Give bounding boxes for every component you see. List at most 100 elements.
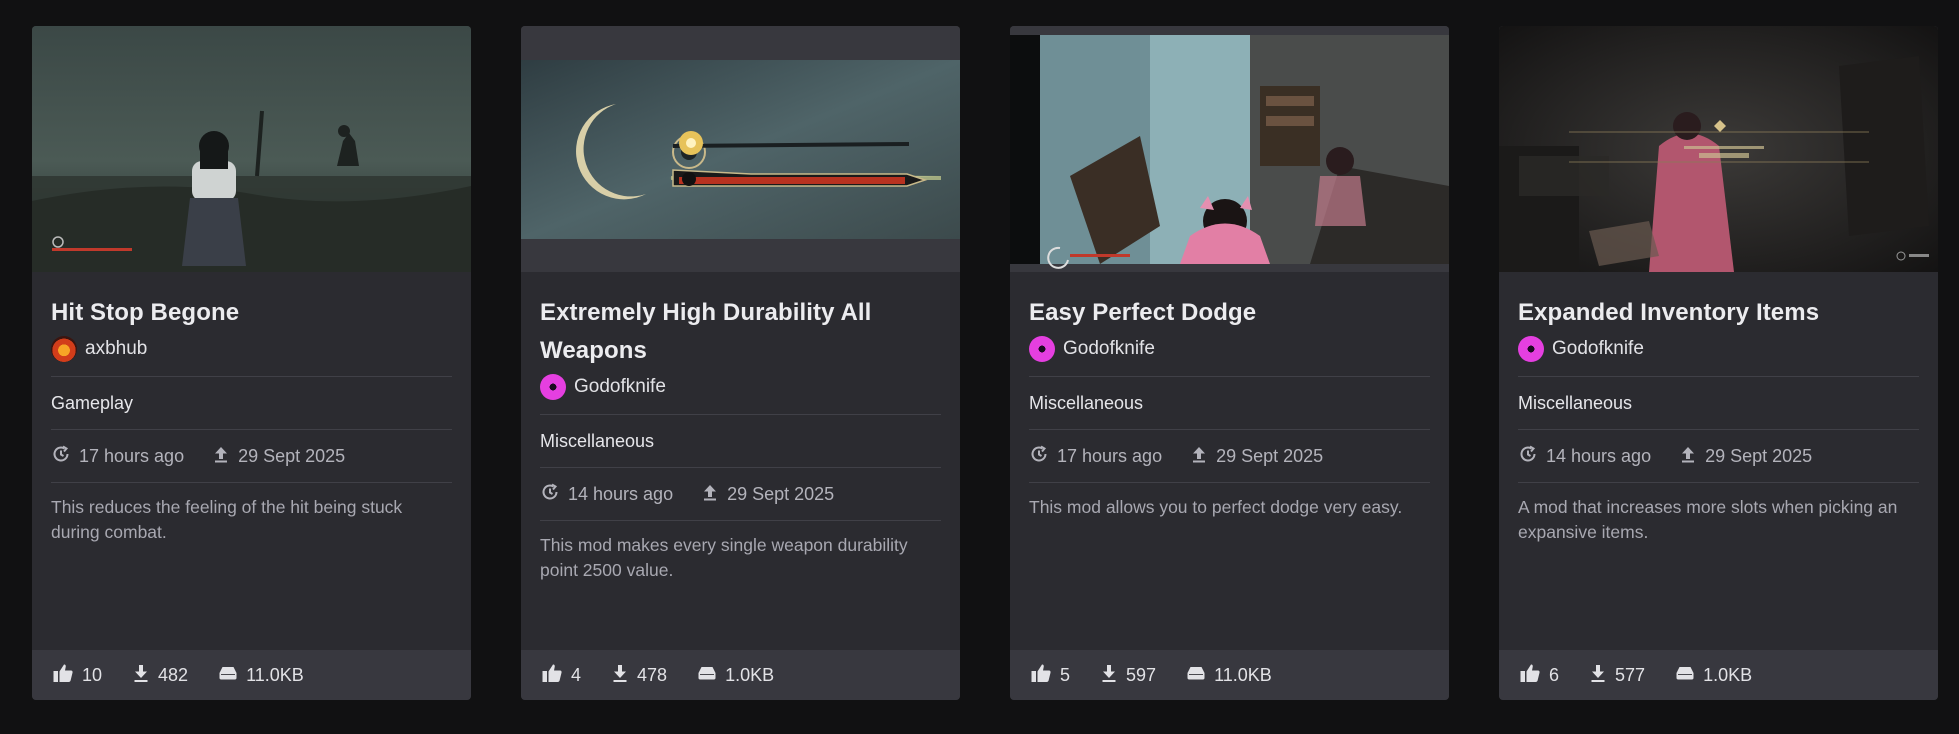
file-size: 1.0KB <box>725 664 775 685</box>
mod-category[interactable]: Miscellaneous <box>1518 377 1919 429</box>
upload-date: 29 Sept 2025 <box>1705 445 1813 466</box>
mod-dates: 14 hours ago 29 Sept 2025 <box>1518 430 1919 482</box>
thumbs-up-icon <box>1519 662 1541 689</box>
mod-thumbnail-image <box>32 26 471 272</box>
author-name[interactable]: axbhub <box>85 338 147 360</box>
downloads-count: 577 <box>1615 664 1646 685</box>
updated-time: 17 hours ago <box>1057 445 1163 466</box>
downloads-count: 597 <box>1126 664 1157 685</box>
downloads-stat[interactable]: 577 <box>1589 663 1645 688</box>
file-size-stat: 11.0KB <box>1186 665 1272 686</box>
file-size: 1.0KB <box>1703 664 1753 685</box>
mod-title[interactable]: Hit Stop Begone <box>51 294 452 332</box>
mod-card-body: Extremely High Durability All Weapons Go… <box>540 272 941 583</box>
mod-thumbnail[interactable] <box>521 26 960 272</box>
author-name[interactable]: Godofknife <box>1063 338 1155 360</box>
mod-author[interactable]: axbhub <box>51 334 452 364</box>
mod-title[interactable]: Extremely High Durability All Weapons <box>540 294 941 370</box>
hard-drive-icon <box>697 665 717 686</box>
mod-stats: 4 478 1.0KB <box>521 650 960 700</box>
mod-category[interactable]: Gameplay <box>51 377 452 429</box>
mod-card[interactable]: Hit Stop Begone axbhub Gameplay 17 hours… <box>32 26 471 700</box>
author-name[interactable]: Godofknife <box>574 376 666 398</box>
divider <box>1518 482 1919 483</box>
upload-icon <box>212 444 230 469</box>
mod-card[interactable]: Easy Perfect Dodge Godofknife Miscellane… <box>1010 26 1449 700</box>
mod-author[interactable]: Godofknife <box>1518 334 1919 364</box>
mod-thumbnail-image <box>1499 26 1938 272</box>
clock-refresh-icon <box>1518 444 1538 469</box>
file-size-stat: 1.0KB <box>697 665 774 686</box>
thumbs-up-icon <box>1030 662 1052 689</box>
endorsements-stat[interactable]: 10 <box>52 662 102 689</box>
upload-icon <box>1190 444 1208 469</box>
mod-description: This reduces the feeling of the hit bein… <box>51 497 403 542</box>
file-size: 11.0KB <box>1214 664 1272 685</box>
downloads-count: 482 <box>158 664 189 685</box>
clock-refresh-icon <box>1029 444 1049 469</box>
endorsements-count: 4 <box>571 664 582 685</box>
mod-card-body: Expanded Inventory Items Godofknife Misc… <box>1518 272 1919 545</box>
mod-dates: 17 hours ago 29 Sept 2025 <box>1029 430 1430 482</box>
upload-date: 29 Sept 2025 <box>727 483 835 504</box>
upload-icon <box>701 482 719 507</box>
file-size: 11.0KB <box>246 664 304 685</box>
thumbs-up-icon <box>52 662 74 689</box>
mod-thumbnail[interactable] <box>32 26 471 272</box>
file-size-stat: 1.0KB <box>1675 665 1752 686</box>
divider <box>540 520 941 521</box>
author-avatar <box>540 374 566 400</box>
clock-refresh-icon <box>51 444 71 469</box>
author-name[interactable]: Godofknife <box>1552 338 1644 360</box>
divider <box>1029 482 1430 483</box>
hard-drive-icon <box>218 665 238 686</box>
mod-thumbnail-image <box>1010 26 1449 272</box>
author-avatar <box>1518 336 1544 362</box>
updated-time: 14 hours ago <box>1546 445 1652 466</box>
mod-card-body: Hit Stop Begone axbhub Gameplay 17 hours… <box>51 272 452 545</box>
downloads-stat[interactable]: 482 <box>132 663 188 688</box>
mod-dates: 17 hours ago 29 Sept 2025 <box>51 430 452 482</box>
endorsements-stat[interactable]: 5 <box>1030 662 1070 689</box>
divider <box>51 482 452 483</box>
download-icon <box>1589 663 1607 688</box>
mod-card-grid: Hit Stop Begone axbhub Gameplay 17 hours… <box>0 0 1959 734</box>
endorsements-count: 10 <box>82 664 103 685</box>
download-icon <box>132 663 150 688</box>
author-avatar <box>51 336 77 362</box>
endorsements-count: 5 <box>1060 664 1071 685</box>
mod-card[interactable]: Extremely High Durability All Weapons Go… <box>521 26 960 700</box>
endorsements-stat[interactable]: 6 <box>1519 662 1559 689</box>
mod-author[interactable]: Godofknife <box>540 372 941 402</box>
mod-author[interactable]: Godofknife <box>1029 334 1430 364</box>
mod-title[interactable]: Easy Perfect Dodge <box>1029 294 1430 332</box>
upload-date: 29 Sept 2025 <box>238 445 346 466</box>
download-icon <box>611 663 629 688</box>
mod-dates: 14 hours ago 29 Sept 2025 <box>540 468 941 520</box>
mod-stats: 5 597 11.0KB <box>1010 650 1449 700</box>
clock-refresh-icon <box>540 482 560 507</box>
author-avatar <box>1029 336 1055 362</box>
mod-thumbnail[interactable] <box>1499 26 1938 272</box>
mod-card[interactable]: Expanded Inventory Items Godofknife Misc… <box>1499 26 1938 700</box>
updated-time: 17 hours ago <box>79 445 185 466</box>
mod-category[interactable]: Miscellaneous <box>540 415 941 467</box>
mod-card-body: Easy Perfect Dodge Godofknife Miscellane… <box>1029 272 1430 520</box>
downloads-stat[interactable]: 597 <box>1100 663 1156 688</box>
mod-description: This mod makes every single weapon durab… <box>540 535 908 580</box>
thumbs-up-icon <box>541 662 563 689</box>
mod-description: This mod allows you to perfect dodge ver… <box>1029 497 1403 517</box>
mod-thumbnail[interactable] <box>1010 26 1449 272</box>
mod-description: A mod that increases more slots when pic… <box>1518 497 1898 542</box>
downloads-stat[interactable]: 478 <box>611 663 667 688</box>
mod-category[interactable]: Miscellaneous <box>1029 377 1430 429</box>
file-size-stat: 11.0KB <box>218 665 304 686</box>
downloads-count: 478 <box>637 664 668 685</box>
updated-time: 14 hours ago <box>568 483 674 504</box>
upload-icon <box>1679 444 1697 469</box>
mod-title[interactable]: Expanded Inventory Items <box>1518 294 1919 332</box>
upload-date: 29 Sept 2025 <box>1216 445 1324 466</box>
mod-stats: 10 482 11.0KB <box>32 650 471 700</box>
download-icon <box>1100 663 1118 688</box>
endorsements-stat[interactable]: 4 <box>541 662 581 689</box>
